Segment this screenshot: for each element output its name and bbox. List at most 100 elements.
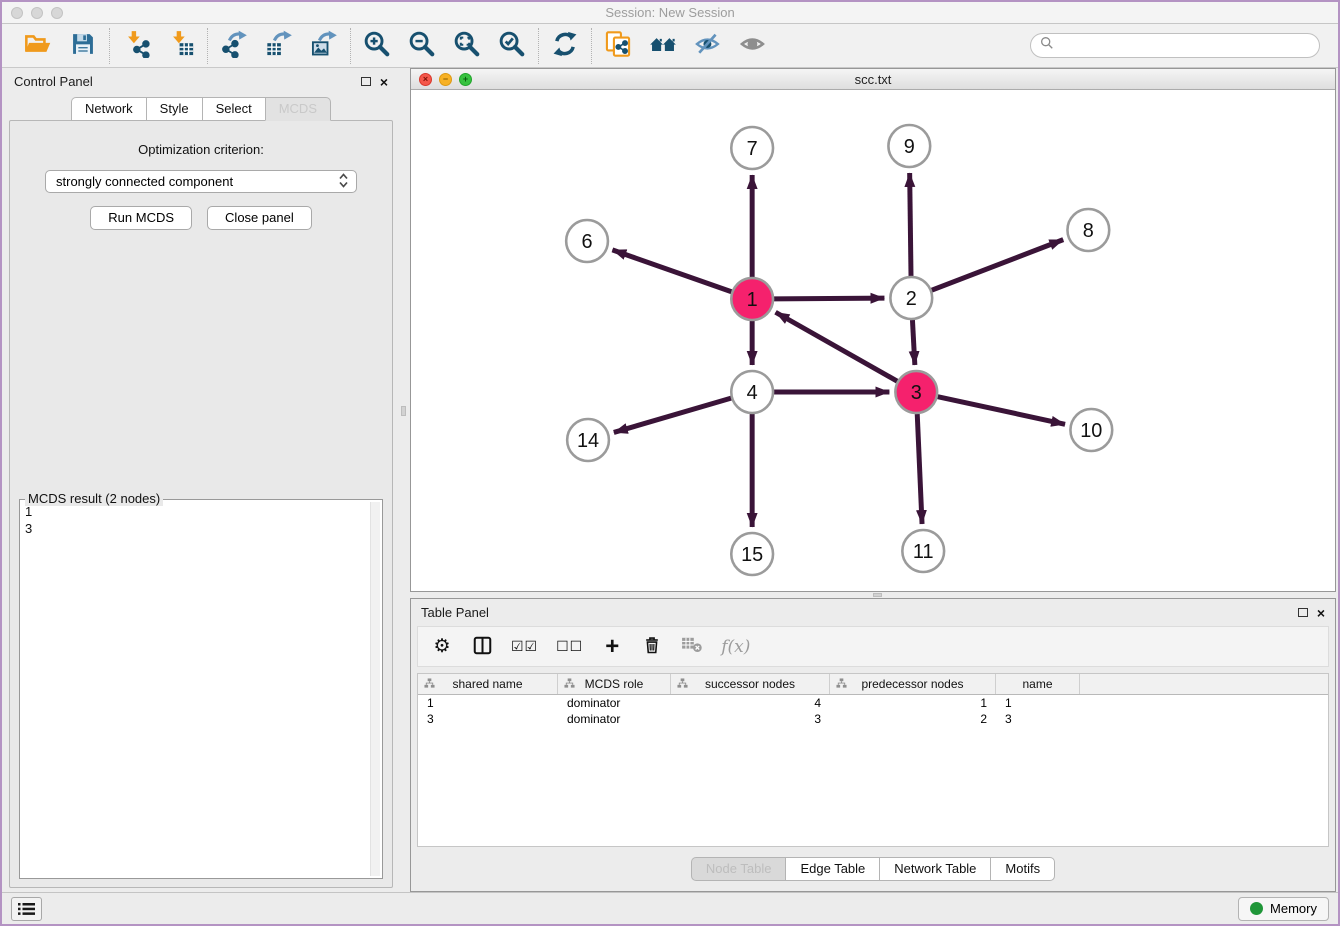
task-history-button[interactable] [11,897,42,921]
function-builder-icon: f(x) [721,637,750,657]
node-8[interactable]: 8 [1067,209,1109,251]
window-close-button[interactable] [11,7,23,19]
edge-2-8[interactable] [932,240,1064,291]
delete-columns-icon [642,634,662,659]
table-cell[interactable]: 3 [418,712,558,726]
node-3[interactable]: 3 [895,371,937,413]
import-network-button[interactable] [121,31,151,61]
edge-1-6[interactable] [612,250,731,292]
result-scrollbar[interactable] [370,502,380,876]
table-row[interactable]: 3dominator323 [418,711,1328,727]
zoom-in-button[interactable] [362,31,392,61]
node-1[interactable]: 1 [731,278,773,320]
table-float-panel-icon[interactable] [1298,608,1308,617]
window-title: Session: New Session [2,5,1338,20]
add-column-button[interactable]: + [601,635,623,659]
float-panel-icon[interactable] [361,77,371,86]
refresh-view-icon [551,30,579,61]
network-maximize-button[interactable]: + [459,73,472,86]
zoom-fit-button[interactable] [452,31,482,61]
edge-1-2[interactable] [774,298,884,299]
tab-select[interactable]: Select [202,97,265,121]
node-2[interactable]: 2 [890,277,932,319]
edge-2-3[interactable] [912,320,914,365]
criterion-dropdown[interactable]: strongly connected component [45,170,357,193]
close-panel-icon[interactable]: × [380,75,388,89]
edge-2-9[interactable] [910,173,911,276]
column-header-predecessor-nodes[interactable]: predecessor nodes [830,674,996,694]
table-cell[interactable]: dominator [558,696,671,710]
tab-network-table[interactable]: Network Table [879,857,990,881]
clone-network-button[interactable] [603,31,633,61]
node-14[interactable]: 14 [567,419,609,461]
search-icon [1040,36,1054,55]
select-all-columns-button[interactable]: ☑☑ [511,635,538,659]
table-close-panel-icon[interactable]: × [1317,606,1325,620]
table-panel-header: Table Panel × [411,599,1335,626]
delete-columns-button[interactable] [641,635,663,659]
run-mcds-button[interactable]: Run MCDS [90,206,192,230]
table-cell[interactable]: 3 [996,712,1080,726]
window-zoom-button[interactable] [51,7,63,19]
column-header-MCDS-role[interactable]: MCDS role [558,674,671,694]
vertical-split-handle[interactable] [401,406,406,416]
horizontal-divider[interactable] [410,592,1336,598]
network-minimize-button[interactable]: − [439,73,452,86]
node-7[interactable]: 7 [731,127,773,169]
memory-button[interactable]: Memory [1238,897,1329,921]
table-cell[interactable]: 2 [830,712,996,726]
tab-node-table[interactable]: Node Table [691,857,786,881]
import-table-button[interactable] [166,31,196,61]
column-header-shared-name[interactable]: shared name [418,674,558,694]
tab-motifs[interactable]: Motifs [990,857,1055,881]
hide-graphics-details-button[interactable] [693,31,723,61]
edge-3-11[interactable] [917,414,922,524]
table-cell[interactable]: 4 [671,696,830,710]
node-11[interactable]: 11 [902,530,944,572]
node-15[interactable]: 15 [731,533,773,575]
svg-text:9: 9 [904,136,915,158]
export-table-button[interactable] [264,31,294,61]
edge-4-14[interactable] [614,398,731,432]
table-cell[interactable]: 1 [418,696,558,710]
save-session-button[interactable] [68,31,98,61]
zoom-selected-button[interactable] [497,31,527,61]
search-box[interactable] [1030,33,1320,58]
table-cell[interactable]: 1 [830,696,996,710]
tab-network[interactable]: Network [71,97,146,121]
node-10[interactable]: 10 [1070,409,1112,451]
table-row[interactable]: 1dominator411 [418,695,1328,711]
tab-mcds[interactable]: MCDS [265,97,331,121]
window-minimize-button[interactable] [31,7,43,19]
table-cell[interactable]: dominator [558,712,671,726]
open-file-button[interactable] [23,31,53,61]
node-table[interactable]: shared nameMCDS rolesuccessor nodesprede… [417,673,1329,847]
mcds-result-text[interactable]: 1 3 [22,502,370,876]
tab-edge-table[interactable]: Edge Table [785,857,879,881]
table-header-row: shared nameMCDS rolesuccessor nodesprede… [418,674,1328,695]
network-overview-home-button[interactable] [648,31,678,61]
edge-3-1[interactable] [776,312,898,381]
tab-style[interactable]: Style [146,97,202,121]
deselect-all-columns-button[interactable]: ☐☐ [556,635,583,659]
horizontal-split-handle[interactable] [873,593,882,597]
table-settings-gear-button[interactable]: ⚙ [431,635,453,659]
node-6[interactable]: 6 [566,220,608,262]
network-close-button[interactable]: × [419,73,432,86]
column-header-name[interactable]: name [996,674,1080,694]
table-cell[interactable]: 1 [996,696,1080,710]
network-canvas[interactable]: 7 9 6 8 1 2 4 3 14 10 15 11 [411,90,1335,591]
edge-3-10[interactable] [938,397,1065,425]
export-image-button[interactable] [309,31,339,61]
refresh-view-button[interactable] [550,31,580,61]
search-input[interactable] [1059,38,1310,53]
split-table-button[interactable] [471,635,493,659]
node-4[interactable]: 4 [731,371,773,413]
zoom-out-button[interactable] [407,31,437,61]
export-network-button[interactable] [219,31,249,61]
svg-text:7: 7 [747,138,758,160]
close-panel-button[interactable]: Close panel [207,206,312,230]
node-9[interactable]: 9 [888,125,930,167]
table-cell[interactable]: 3 [671,712,830,726]
column-header-successor-nodes[interactable]: successor nodes [671,674,830,694]
